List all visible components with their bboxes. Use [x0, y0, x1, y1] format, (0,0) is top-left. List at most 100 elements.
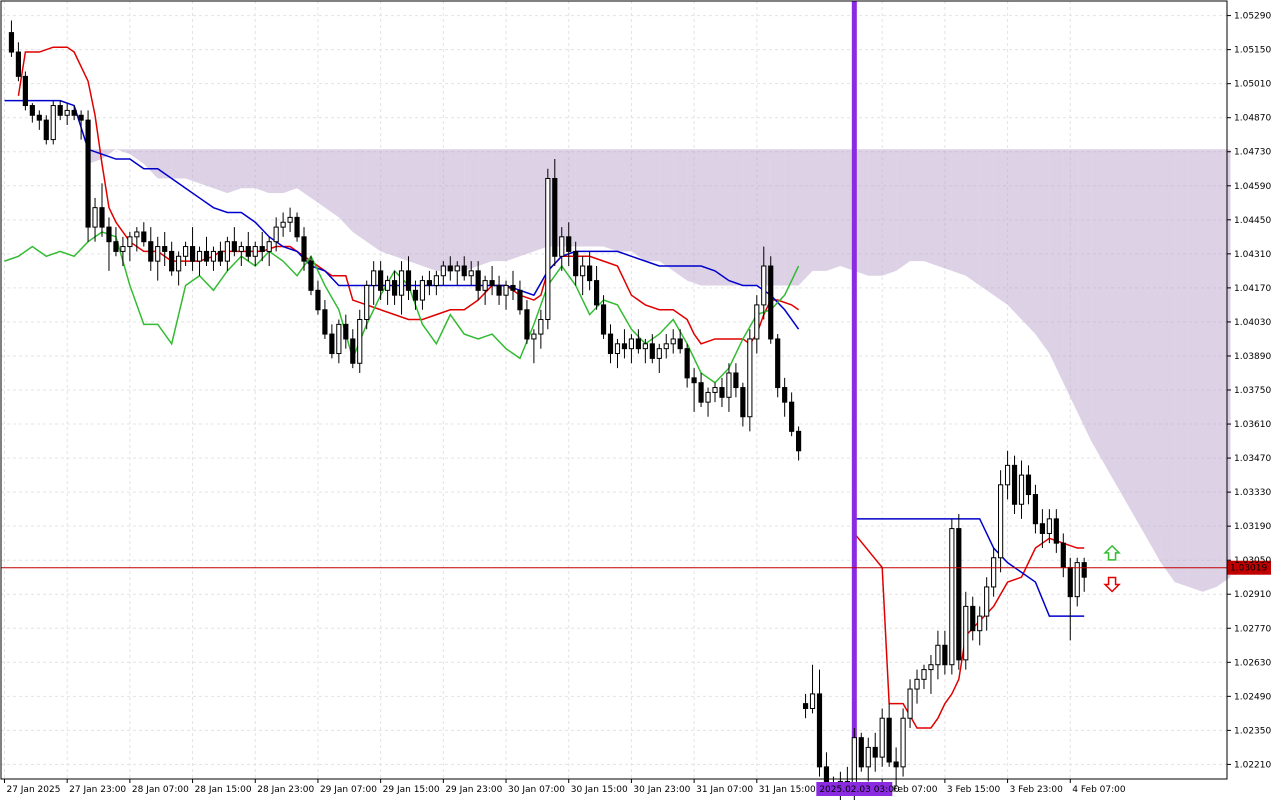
- price-chart: 1.03019 1.05290 1.05150 1.05010 1.04870 1.04…: [0, 0, 1271, 800]
- candle-body: [977, 615, 983, 632]
- cloud-segment: [798, 149, 813, 286]
- candle-body: [719, 387, 725, 398]
- candle-body: [1039, 523, 1045, 534]
- candle-body: [391, 280, 398, 296]
- y-tick-label: 1.03750: [1234, 386, 1271, 396]
- y-tick-label: 1.03050: [1234, 556, 1271, 566]
- cloud-segment: [185, 149, 200, 184]
- cloud-segment: [826, 149, 841, 271]
- y-tick-label: 1.03890: [1234, 352, 1271, 362]
- cloud-segment: [1049, 149, 1064, 383]
- candle-body: [440, 265, 446, 277]
- candle-body: [677, 338, 683, 350]
- cloud-segment: [1202, 149, 1217, 592]
- candle-body: [642, 343, 648, 350]
- candle-body: [886, 717, 892, 763]
- candle-body: [524, 309, 530, 340]
- x-tick-label: 29 Jan 15:00: [383, 785, 440, 795]
- candle-body: [148, 241, 154, 262]
- candle-body: [196, 250, 203, 262]
- cloud-segment: [993, 149, 1008, 305]
- candle-body: [301, 236, 307, 262]
- candle-body: [203, 250, 210, 262]
- x-tick-label: 29 Jan 07:00: [320, 785, 377, 795]
- cloud-segment: [728, 149, 743, 286]
- candle-body: [802, 703, 809, 709]
- candle-body: [496, 284, 502, 296]
- candle-body: [336, 323, 342, 355]
- candle-body: [566, 236, 572, 252]
- candle-body: [92, 207, 98, 228]
- y-tick-label: 1.04310: [1234, 250, 1271, 260]
- candle-body: [357, 318, 363, 364]
- cloud-segment: [143, 149, 158, 179]
- candle-body: [1004, 464, 1011, 486]
- candle-body: [1053, 518, 1059, 544]
- candle-body: [1032, 494, 1039, 525]
- cloud-segment: [979, 149, 994, 296]
- candle-body: [914, 678, 920, 690]
- candle-body: [1060, 542, 1066, 568]
- y-tick-label: 1.04030: [1234, 318, 1271, 328]
- candle-body: [120, 246, 126, 252]
- y-tick-label: 1.03610: [1234, 420, 1271, 430]
- candle-body: [155, 246, 161, 262]
- candle-body: [768, 265, 774, 340]
- candle-body: [71, 109, 77, 116]
- candle-body: [907, 688, 913, 719]
- cloud-segment: [770, 149, 785, 286]
- candle-body: [789, 401, 795, 432]
- candle-body: [510, 284, 516, 291]
- x-tick-label: 30 Jan 07:00: [508, 785, 565, 795]
- candle-body: [134, 231, 140, 238]
- candle-body: [740, 387, 746, 418]
- cloud-segment: [603, 149, 618, 252]
- candle-body: [64, 109, 70, 116]
- cloud-segment: [631, 149, 646, 262]
- candle-body: [956, 528, 962, 661]
- y-tick-label: 1.04450: [1234, 216, 1271, 226]
- x-tick-label: 28 Jan 07:00: [132, 785, 189, 795]
- x-tick-label: 28 Jan 15:00: [195, 785, 252, 795]
- cloud-segment: [589, 149, 604, 247]
- cloud-segment: [310, 149, 325, 208]
- candle-body: [273, 226, 279, 243]
- candle-body: [329, 333, 335, 355]
- candle-body: [217, 250, 224, 262]
- candle-body: [949, 528, 955, 666]
- y-tick-label: 1.02910: [1234, 590, 1271, 600]
- cloud-segment: [283, 149, 298, 194]
- cloud-segment: [575, 149, 590, 247]
- candle-body: [517, 289, 523, 311]
- y-axis: 1.05290 1.05150 1.05010 1.04870 1.04730 1.045…: [1227, 12, 1271, 770]
- candle-body: [252, 246, 258, 257]
- cloud-segment: [910, 149, 924, 262]
- candle-body: [322, 309, 328, 335]
- cloud-segment: [1160, 149, 1175, 583]
- candle-body: [266, 241, 272, 252]
- highlight-label: 2025.02.03 03:00: [819, 785, 900, 795]
- x-tick-label: 28 Jan 23:00: [257, 785, 314, 795]
- y-tick-label: 1.04730: [1234, 148, 1271, 158]
- y-tick-label: 1.03330: [1234, 488, 1271, 498]
- cloud-segment: [812, 149, 827, 271]
- candle-body: [113, 241, 119, 252]
- cloud-segment: [923, 149, 938, 267]
- x-axis: 27 Jan 2025 27 Jan 23:00 28 Jan 07:00 28 Ja…: [3, 779, 1126, 796]
- candle-body: [245, 246, 251, 257]
- cloud-segment: [1216, 149, 1231, 587]
- candle-body: [29, 105, 35, 116]
- candle-body: [921, 669, 927, 680]
- cloud-segment: [1188, 149, 1203, 592]
- candle-body: [189, 246, 196, 262]
- y-tick-label: 1.02630: [1234, 658, 1271, 668]
- candle-body: [607, 333, 614, 355]
- candle-body: [489, 280, 495, 286]
- candle-body: [482, 280, 488, 291]
- candle-body: [231, 241, 237, 252]
- candle-body: [22, 75, 28, 107]
- y-tick-label: 1.05150: [1234, 46, 1271, 56]
- candle-body: [614, 343, 621, 355]
- candle-body: [935, 644, 941, 666]
- candle-body: [468, 270, 474, 277]
